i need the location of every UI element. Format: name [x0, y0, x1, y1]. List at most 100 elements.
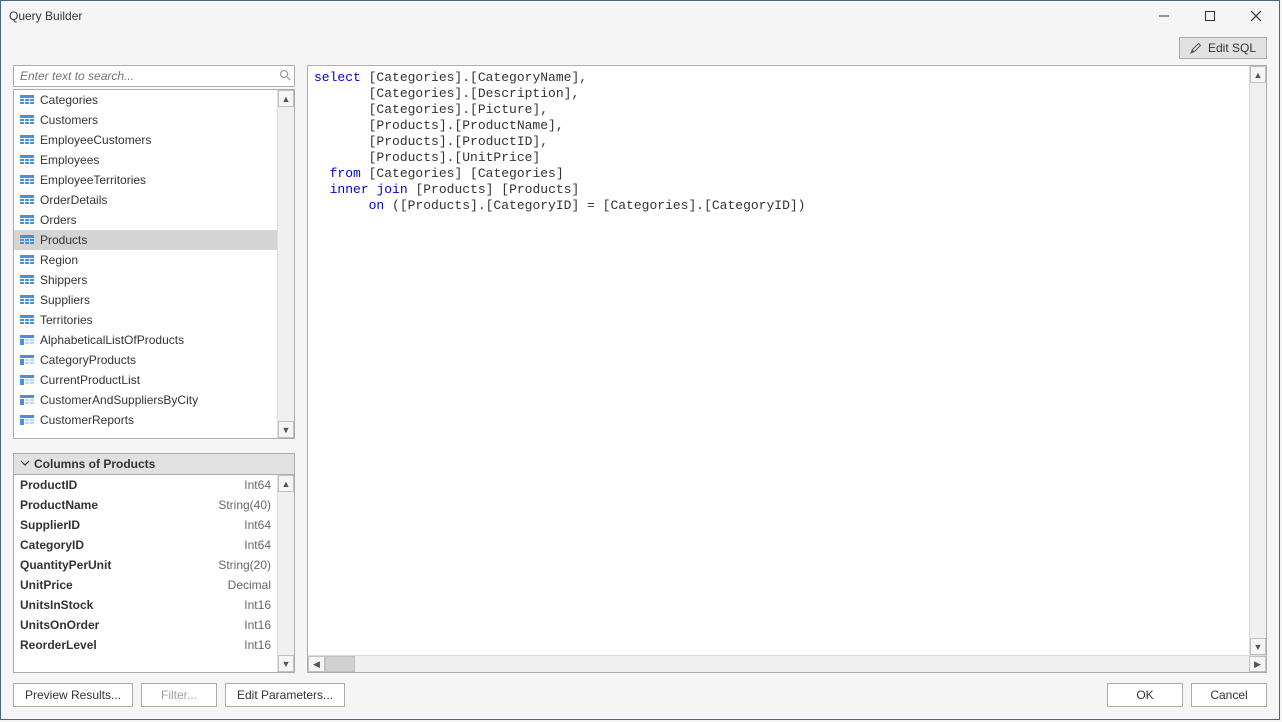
column-row[interactable]: ProductIDInt64 [14, 475, 277, 495]
search-input[interactable] [14, 67, 276, 85]
filter-button[interactable]: Filter... [141, 683, 217, 707]
table-item[interactable]: Employees [14, 150, 277, 170]
table-item-label: CategoryProducts [40, 353, 136, 367]
edit-parameters-label: Edit Parameters... [237, 688, 333, 702]
table-item-label: AlphabeticalListOfProducts [40, 333, 184, 347]
table-icon [20, 115, 34, 125]
tables-panel: Categories Customers EmployeeCustomers Empl… [13, 89, 295, 439]
table-item-label: EmployeeCustomers [40, 133, 151, 147]
scroll-thumb[interactable] [325, 656, 355, 672]
preview-results-label: Preview Results... [25, 688, 121, 702]
column-name: UnitPrice [20, 578, 73, 592]
left-column: Categories Customers EmployeeCustomers Empl… [13, 65, 295, 673]
close-button[interactable] [1233, 1, 1279, 31]
titlebar: Query Builder [1, 1, 1279, 31]
column-name: UnitsOnOrder [20, 618, 99, 632]
chevron-down-icon [20, 457, 30, 471]
table-item[interactable]: CategoryProducts [14, 350, 277, 370]
table-item[interactable]: Region [14, 250, 277, 270]
table-item[interactable]: Categories [14, 90, 277, 110]
scroll-right-button[interactable]: ▶ [1249, 656, 1266, 672]
column-type: Decimal [228, 578, 271, 592]
scroll-down-button[interactable]: ▼ [278, 421, 294, 438]
scroll-track[interactable] [278, 107, 294, 421]
toolbar: Edit SQL [1, 31, 1279, 65]
table-item[interactable]: OrderDetails [14, 190, 277, 210]
window-controls [1141, 1, 1279, 31]
edit-sql-button[interactable]: Edit SQL [1179, 37, 1267, 59]
column-row[interactable]: ReorderLevelInt16 [14, 635, 277, 655]
column-row[interactable]: CategoryIDInt64 [14, 535, 277, 555]
scroll-up-button[interactable]: ▲ [278, 475, 294, 492]
query-builder-window: Query Builder Edit SQL [0, 0, 1280, 720]
edit-parameters-button[interactable]: Edit Parameters... [225, 683, 345, 707]
sql-vertical-scrollbar[interactable]: ▲ ▼ [1249, 66, 1266, 655]
column-name: SupplierID [20, 518, 80, 532]
table-icon [20, 175, 34, 185]
close-icon [1251, 11, 1261, 21]
sql-horizontal-scrollbar[interactable]: ◀ ▶ [308, 655, 1266, 672]
columns-header[interactable]: Columns of Products [13, 453, 295, 474]
table-item-label: Territories [40, 313, 93, 327]
column-name: UnitsInStock [20, 598, 93, 612]
maximize-button[interactable] [1187, 1, 1233, 31]
column-type: Int64 [244, 518, 271, 532]
table-item[interactable]: Orders [14, 210, 277, 230]
column-row[interactable]: ProductNameString(40) [14, 495, 277, 515]
columns-list[interactable]: ProductIDInt64ProductNameString(40)Suppl… [14, 475, 277, 672]
ok-button[interactable]: OK [1107, 683, 1183, 707]
column-row[interactable]: UnitsInStock Int16 [14, 595, 277, 615]
scroll-left-button[interactable]: ◀ [308, 656, 325, 672]
column-row[interactable]: UnitPrice Decimal [14, 575, 277, 595]
table-item[interactable]: CustomerAndSuppliersByCity [14, 390, 277, 410]
search-box[interactable] [13, 65, 295, 87]
column-name: QuantityPerUnit [20, 558, 111, 572]
table-item[interactable]: Customers [14, 110, 277, 130]
table-item[interactable]: Shippers [14, 270, 277, 290]
columns-panel: ProductIDInt64ProductNameString(40)Suppl… [13, 474, 295, 673]
table-item[interactable]: AlphabeticalListOfProducts [14, 330, 277, 350]
table-item[interactable]: Products [14, 230, 277, 250]
cancel-label: Cancel [1210, 688, 1247, 702]
table-icon [20, 155, 34, 165]
columns-scrollbar[interactable]: ▲ ▼ [277, 475, 294, 672]
column-row[interactable]: UnitsOnOrderInt16 [14, 615, 277, 635]
table-item[interactable]: EmployeeTerritories [14, 170, 277, 190]
table-item-label: OrderDetails [40, 193, 107, 207]
view-icon [20, 375, 34, 385]
table-item-label: Products [40, 233, 87, 247]
column-row[interactable]: QuantityPerUnitString(20) [14, 555, 277, 575]
scroll-track[interactable] [355, 656, 1249, 672]
scroll-down-button[interactable]: ▼ [1250, 638, 1266, 655]
minimize-icon [1159, 11, 1169, 21]
sql-editor[interactable]: select [Categories].[CategoryName], [Cat… [307, 65, 1267, 673]
column-row[interactable]: SupplierID Int64 [14, 515, 277, 535]
edit-sql-label: Edit SQL [1208, 41, 1256, 55]
tables-scrollbar[interactable]: ▲ ▼ [277, 90, 294, 438]
sql-text[interactable]: select [Categories].[CategoryName], [Cat… [308, 66, 1266, 655]
minimize-button[interactable] [1141, 1, 1187, 31]
table-item-label: Customers [40, 113, 98, 127]
scroll-track[interactable] [278, 492, 294, 655]
cancel-button[interactable]: Cancel [1191, 683, 1267, 707]
table-item[interactable]: Territories [14, 310, 277, 330]
table-item[interactable]: CustomerReports [14, 410, 277, 430]
column-type: Int16 [244, 598, 271, 612]
table-item[interactable]: CurrentProductList [14, 370, 277, 390]
table-icon [20, 135, 34, 145]
table-item[interactable]: Suppliers [14, 290, 277, 310]
scroll-up-button[interactable]: ▲ [278, 90, 294, 107]
table-item[interactable]: EmployeeCustomers [14, 130, 277, 150]
footer-right: OK Cancel [1107, 683, 1267, 707]
table-item-label: Region [40, 253, 78, 267]
tables-list[interactable]: Categories Customers EmployeeCustomers Empl… [14, 90, 277, 438]
window-title: Query Builder [9, 9, 1141, 23]
column-name: ProductID [20, 478, 77, 492]
preview-results-button[interactable]: Preview Results... [13, 683, 133, 707]
table-item-label: Orders [40, 213, 77, 227]
maximize-icon [1205, 11, 1215, 21]
table-item-label: Suppliers [40, 293, 90, 307]
scroll-track[interactable] [1250, 83, 1266, 638]
scroll-down-button[interactable]: ▼ [278, 655, 294, 672]
scroll-up-button[interactable]: ▲ [1250, 66, 1266, 83]
